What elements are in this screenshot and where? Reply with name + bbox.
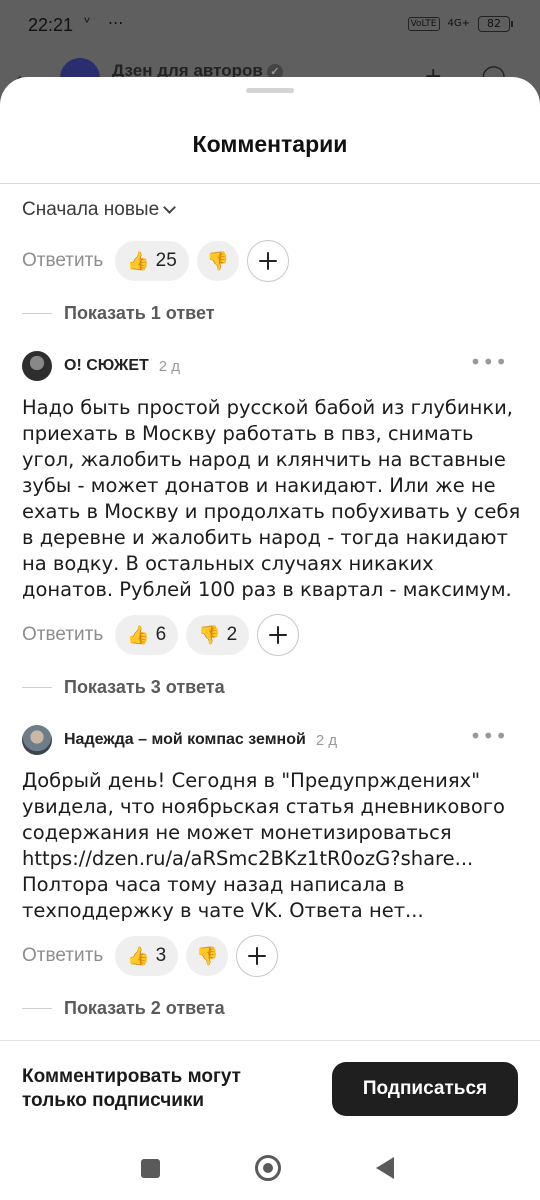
- thumbs-down-icon: 👎: [196, 946, 219, 966]
- add-reaction-button[interactable]: [246, 240, 289, 282]
- back-icon[interactable]: [376, 1157, 394, 1179]
- plus-icon: [269, 626, 288, 644]
- subscribers-only-notice: Комментировать могут только подписчики: [22, 1066, 241, 1111]
- comment-time: 2 д: [158, 357, 181, 375]
- comment-author[interactable]: Надежда – мой компас земной: [64, 731, 306, 749]
- sort-label: Сначала новые: [22, 199, 160, 220]
- thumbs-down-icon: 👎: [198, 625, 221, 645]
- plus-icon: [248, 947, 267, 965]
- plus-icon: [258, 252, 277, 270]
- thumbs-up-icon: 👍: [127, 251, 150, 271]
- reply-button[interactable]: Ответить: [22, 945, 103, 967]
- dislike-button[interactable]: 👎: [186, 936, 229, 976]
- like-count: 6: [155, 624, 167, 645]
- dislike-button[interactable]: 👎: [196, 241, 239, 281]
- like-count: 25: [155, 250, 177, 271]
- show-replies-button[interactable]: Показать 2 ответа: [22, 998, 225, 1019]
- thumbs-up-icon: 👍: [127, 625, 150, 645]
- system-nav-bar: [0, 1137, 540, 1200]
- add-reaction-button[interactable]: [257, 614, 300, 656]
- dislike-button[interactable]: 👎 2: [186, 615, 250, 655]
- status-time: 22:21: [28, 15, 74, 35]
- status-right: VoLTE 4G+ 82: [407, 16, 513, 32]
- comment-time: 2 д: [315, 731, 338, 749]
- divider: [0, 183, 540, 184]
- dislike-count: 2: [226, 624, 238, 645]
- show-replies-label: Показать 1 ответ: [64, 303, 215, 323]
- comments-sheet: Комментарии Сначала новые Ответить 👍 25 …: [0, 77, 540, 1200]
- comment-actions: Ответить 👍 6 👎 2: [22, 614, 300, 656]
- like-button[interactable]: 👍 3: [115, 936, 179, 976]
- add-reaction-button[interactable]: [236, 935, 279, 977]
- reply-button[interactable]: Ответить: [22, 250, 103, 272]
- signal-icon: 4G+: [447, 18, 471, 29]
- sheet-title: Комментарии: [192, 131, 348, 157]
- chevron-down-icon: [163, 200, 177, 214]
- comment-text: Добрый день! Сегодня в "Предупрждениях" …: [22, 769, 505, 922]
- status-bar: 22:21 ᵛ ⋯ VoLTE 4G+ 82: [0, 0, 540, 52]
- comment-actions: Ответить 👍 3 👎: [22, 935, 279, 977]
- notification-icons: ᵛ ⋯: [84, 13, 130, 32]
- like-count: 3: [155, 945, 167, 966]
- comment-actions: Ответить 👍 25 👎: [22, 240, 289, 282]
- more-dots-icon[interactable]: •••: [470, 352, 508, 372]
- show-replies-label: Показать 3 ответа: [64, 677, 225, 697]
- replies-line: [22, 312, 52, 315]
- recent-apps-icon[interactable]: [141, 1159, 160, 1178]
- show-replies-label: Показать 2 ответа: [64, 998, 225, 1018]
- thumbs-up-icon: 👍: [127, 946, 150, 966]
- volte-icon: VoLTE: [407, 17, 440, 31]
- footer-divider: [0, 1040, 540, 1041]
- thumbs-down-icon: 👎: [206, 251, 229, 271]
- show-replies-button[interactable]: Показать 3 ответа: [22, 677, 225, 698]
- replies-line: [22, 1007, 52, 1010]
- show-replies-button[interactable]: Показать 1 ответ: [22, 303, 215, 324]
- comment-header: Надежда – мой компас земной 2 д •••: [22, 725, 518, 755]
- battery-icon: 82: [478, 16, 513, 32]
- replies-line: [22, 686, 52, 689]
- comment-author[interactable]: О! СЮЖЕТ: [64, 357, 149, 375]
- like-button[interactable]: 👍 25: [115, 241, 189, 281]
- reply-button[interactable]: Ответить: [22, 624, 103, 646]
- more-dots-icon[interactable]: •••: [470, 726, 508, 746]
- home-icon[interactable]: [255, 1155, 281, 1181]
- comment-header: О! СЮЖЕТ 2 д •••: [22, 351, 518, 381]
- avatar[interactable]: [22, 351, 52, 381]
- comment-text: Надо быть простой русской бабой из глуби…: [22, 396, 521, 601]
- subscribe-button[interactable]: Подписаться: [332, 1062, 518, 1116]
- sort-dropdown[interactable]: Сначала новые: [22, 199, 177, 221]
- sheet-grabber[interactable]: [246, 88, 294, 93]
- like-button[interactable]: 👍 6: [115, 615, 179, 655]
- avatar[interactable]: [22, 725, 52, 755]
